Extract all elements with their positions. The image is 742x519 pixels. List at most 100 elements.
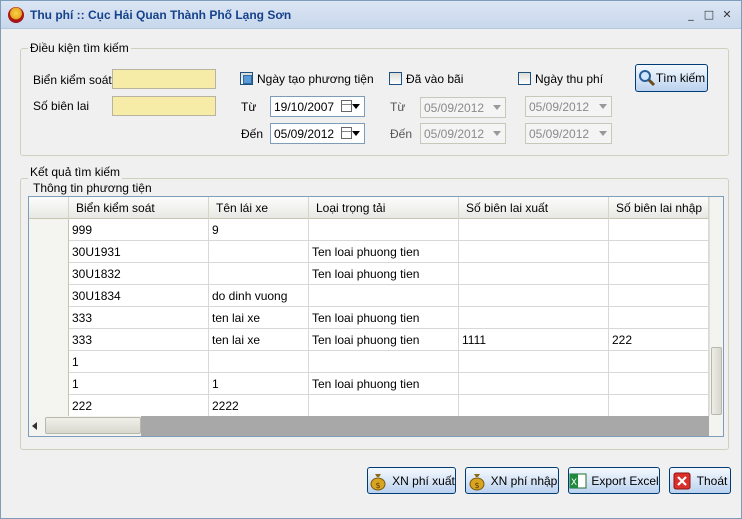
row-header[interactable] bbox=[29, 241, 69, 263]
scroll-thumb[interactable] bbox=[711, 347, 722, 415]
table-cell[interactable] bbox=[209, 351, 309, 373]
created-to-datepicker[interactable]: 05/09/2012 bbox=[270, 123, 365, 144]
row-header[interactable] bbox=[29, 373, 69, 395]
table-cell[interactable] bbox=[459, 241, 609, 263]
entered-to-datepicker[interactable]: 05/09/2012 bbox=[420, 123, 506, 144]
created-from-value: 19/10/2007 bbox=[274, 100, 335, 114]
column-header[interactable]: Tên lái xe bbox=[209, 197, 309, 219]
row-header[interactable] bbox=[29, 329, 69, 351]
maximize-icon[interactable]: □ bbox=[703, 9, 715, 21]
row-header[interactable] bbox=[29, 263, 69, 285]
table-cell[interactable]: 222 bbox=[609, 329, 709, 351]
table-cell[interactable]: 1111 bbox=[459, 329, 609, 351]
table-cell[interactable]: Ten loai phuong tien bbox=[309, 373, 459, 395]
table-cell[interactable]: 30U1832 bbox=[69, 263, 209, 285]
table-row[interactable]: 30U1834 do dinh vuong bbox=[29, 285, 709, 307]
table-cell[interactable] bbox=[459, 263, 609, 285]
table-cell[interactable] bbox=[309, 219, 459, 241]
table-cell[interactable] bbox=[459, 351, 609, 373]
created-date-checkbox[interactable] bbox=[240, 72, 253, 85]
table-cell[interactable]: 999 bbox=[69, 219, 209, 241]
table-cell[interactable] bbox=[209, 263, 309, 285]
created-to-value: 05/09/2012 bbox=[274, 127, 335, 141]
column-header[interactable]: Số biên lai nhập bbox=[609, 197, 709, 219]
column-header[interactable]: Biển kiểm soát bbox=[69, 197, 209, 219]
fee-to-datepicker[interactable]: 05/09/2012 bbox=[525, 123, 612, 144]
minimize-icon[interactable]: _ bbox=[685, 9, 697, 21]
table-cell[interactable]: ten lai xe bbox=[209, 329, 309, 351]
chevron-left-icon[interactable] bbox=[32, 422, 37, 430]
chevron-down-icon bbox=[352, 104, 360, 109]
close-icon[interactable]: ✕ bbox=[721, 9, 733, 21]
table-cell[interactable] bbox=[459, 373, 609, 395]
table-cell[interactable] bbox=[609, 285, 709, 307]
table-cell[interactable]: 1 bbox=[69, 351, 209, 373]
fee-date-checkbox[interactable] bbox=[518, 72, 531, 85]
table-cell[interactable] bbox=[309, 395, 459, 417]
table-cell[interactable]: 333 bbox=[69, 329, 209, 351]
entered-yard-checkbox[interactable] bbox=[389, 72, 402, 85]
receipt-input[interactable] bbox=[112, 96, 216, 116]
table-row[interactable]: 1 1 Ten loai phuong tien bbox=[29, 373, 709, 395]
table-row[interactable]: 30U1832 Ten loai phuong tien bbox=[29, 263, 709, 285]
table-cell[interactable] bbox=[309, 351, 459, 373]
exit-button[interactable]: Thoát bbox=[669, 467, 731, 494]
row-header[interactable] bbox=[29, 395, 69, 417]
confirm-out-button[interactable]: $ XN phí xuất bbox=[367, 467, 456, 494]
vertical-scrollbar[interactable] bbox=[709, 197, 723, 428]
plate-input[interactable] bbox=[112, 69, 216, 89]
created-from-datepicker[interactable]: 19/10/2007 bbox=[270, 96, 365, 117]
table-cell[interactable]: 30U1834 bbox=[69, 285, 209, 307]
confirm-in-button[interactable]: $ XN phí nhập bbox=[465, 467, 559, 494]
table-cell[interactable]: 1 bbox=[209, 373, 309, 395]
table-cell[interactable]: ten lai xe bbox=[209, 307, 309, 329]
table-cell[interactable] bbox=[609, 263, 709, 285]
table-cell[interactable]: Ten loai phuong tien bbox=[309, 241, 459, 263]
export-excel-button[interactable]: X Export Excel bbox=[568, 467, 660, 494]
calendar-icon bbox=[341, 100, 352, 112]
table-cell[interactable]: 2222 bbox=[209, 395, 309, 417]
table-cell[interactable] bbox=[609, 241, 709, 263]
row-header[interactable] bbox=[29, 219, 69, 241]
table-row[interactable]: 333 ten lai xe Ten loai phuong tien bbox=[29, 307, 709, 329]
entered-to-value: 05/09/2012 bbox=[424, 127, 485, 141]
table-cell[interactable] bbox=[459, 395, 609, 417]
table-row[interactable]: 222 2222 bbox=[29, 395, 709, 417]
table-cell[interactable] bbox=[459, 285, 609, 307]
window-title: Thu phí :: Cục Hải Quan Thành Phố Lạng S… bbox=[30, 8, 292, 22]
table-cell[interactable] bbox=[609, 219, 709, 241]
table-cell[interactable] bbox=[459, 307, 609, 329]
plate-label: Biển kiểm soát bbox=[33, 73, 112, 87]
search-button[interactable]: Tìm kiếm bbox=[635, 64, 708, 92]
entered-from-datepicker[interactable]: 05/09/2012 bbox=[420, 97, 506, 118]
table-cell[interactable]: Ten loai phuong tien bbox=[309, 329, 459, 351]
table-cell[interactable]: Ten loai phuong tien bbox=[309, 263, 459, 285]
table-row[interactable]: 30U1931 Ten loai phuong tien bbox=[29, 241, 709, 263]
fee-from-datepicker[interactable]: 05/09/2012 bbox=[525, 96, 612, 117]
horizontal-scrollbar[interactable] bbox=[29, 416, 723, 436]
column-header[interactable]: Số biên lai xuất bbox=[459, 197, 609, 219]
scroll-thumb[interactable] bbox=[45, 417, 141, 434]
table-cell[interactable]: 1 bbox=[69, 373, 209, 395]
table-cell[interactable] bbox=[609, 351, 709, 373]
table-cell[interactable] bbox=[309, 285, 459, 307]
table-cell[interactable] bbox=[609, 373, 709, 395]
table-cell[interactable] bbox=[209, 241, 309, 263]
column-header[interactable]: Loại trọng tải bbox=[309, 197, 459, 219]
table-cell[interactable]: 9 bbox=[209, 219, 309, 241]
table-cell[interactable]: 30U1931 bbox=[69, 241, 209, 263]
table-cell[interactable]: 333 bbox=[69, 307, 209, 329]
table-cell[interactable]: do dinh vuong bbox=[209, 285, 309, 307]
table-row[interactable]: 333 ten lai xe Ten loai phuong tien 1111 222 bbox=[29, 329, 709, 351]
table-cell[interactable]: Ten loai phuong tien bbox=[309, 307, 459, 329]
table-cell[interactable] bbox=[609, 395, 709, 417]
table-cell[interactable] bbox=[459, 219, 609, 241]
row-header[interactable] bbox=[29, 285, 69, 307]
row-header[interactable] bbox=[29, 307, 69, 329]
table-row[interactable]: 999 9 bbox=[29, 219, 709, 241]
search-button-label: Tìm kiếm bbox=[655, 71, 706, 85]
row-header[interactable] bbox=[29, 351, 69, 373]
table-row[interactable]: 1 bbox=[29, 351, 709, 373]
table-cell[interactable]: 222 bbox=[69, 395, 209, 417]
table-cell[interactable] bbox=[609, 307, 709, 329]
